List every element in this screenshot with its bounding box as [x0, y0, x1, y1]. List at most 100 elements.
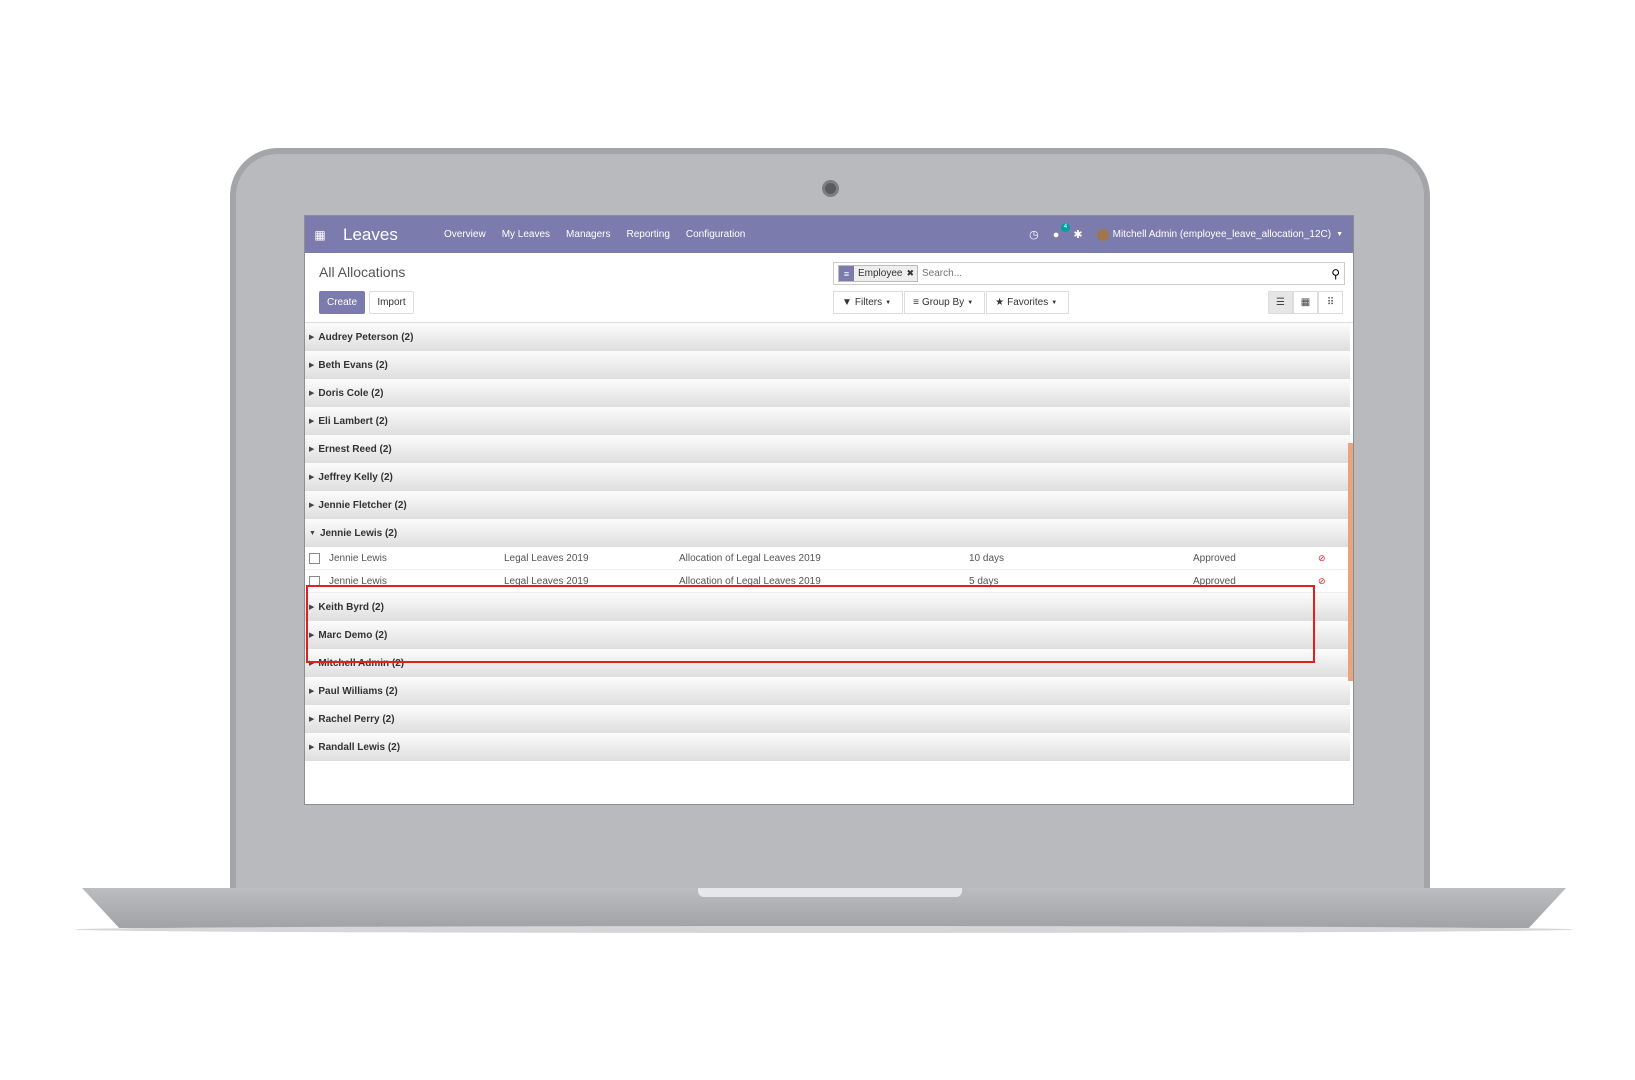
user-menu[interactable]: Mitchell Admin (employee_leave_allocatio… [1096, 228, 1343, 241]
group-label: Beth Evans (2) [318, 359, 388, 371]
group-row-expanded[interactable]: ▼ Jennie Lewis (2) [305, 519, 1350, 547]
screen: ▦ Leaves Overview My Leaves Managers Rep… [304, 215, 1354, 805]
filters-button[interactable]: ▼ Filters ▼ [833, 291, 904, 314]
laptop-notch [698, 888, 962, 897]
group-row[interactable]: ▶ Jennie Fletcher (2) [305, 491, 1350, 519]
group-row[interactable]: ▶ Keith Byrd (2) [305, 593, 1350, 621]
cell-employee: Jennie Lewis [329, 575, 387, 587]
group-row[interactable]: ▶ Jeffrey Kelly (2) [305, 463, 1350, 491]
user-name: Mitchell Admin (employee_leave_allocatio… [1112, 229, 1332, 240]
caret-right-icon: ▶ [309, 502, 315, 509]
caret-right-icon: ▶ [309, 660, 315, 667]
group-row[interactable]: ▶ Randall Lewis (2) [305, 733, 1350, 761]
list-icon: ≡ [913, 297, 919, 308]
cell-duration: 10 days [969, 552, 1005, 564]
kanban-view-icon[interactable]: ▦ [1293, 291, 1318, 314]
clock-icon[interactable]: ◷ [1029, 228, 1039, 241]
group-by-label: Group By [921, 297, 965, 308]
view-switcher: ☰ ▦ ⠿ [1268, 291, 1343, 314]
group-row[interactable]: ▶ Mitchell Admin (2) [305, 649, 1350, 677]
caret-down-icon: ▼ [1336, 231, 1343, 238]
caret-right-icon: ▶ [309, 604, 315, 611]
cell-status: Approved [1193, 552, 1236, 564]
table-row[interactable]: Jennie Lewis Legal Leaves 2019 Allocatio… [305, 547, 1350, 570]
caret-right-icon: ▶ [309, 362, 315, 369]
search-facet: ≡ Employee ✖ [838, 265, 919, 282]
systray: ◷ ● 4 ✱ Mitchell Admin (employee_leave_al… [1029, 216, 1343, 253]
caret-right-icon: ▶ [309, 474, 315, 481]
cell-employee: Jennie Lewis [329, 552, 387, 564]
caret-right-icon: ▶ [309, 446, 315, 453]
caret-down-icon: ▼ [1051, 299, 1058, 306]
app-name: Leaves [343, 224, 398, 244]
menu-configuration[interactable]: Configuration [686, 229, 745, 240]
avatar [1096, 228, 1109, 241]
group-row[interactable]: ▶ Rachel Perry (2) [305, 705, 1350, 733]
camera [822, 180, 839, 197]
caret-right-icon: ▶ [309, 716, 315, 723]
group-by-icon: ≡ [839, 266, 854, 281]
messages-icon[interactable]: ● 4 [1053, 222, 1071, 241]
group-label: Rachel Perry (2) [318, 713, 395, 725]
group-label: Mitchell Admin (2) [318, 657, 405, 669]
favorites-button[interactable]: ★ Favorites ▼ [986, 291, 1070, 314]
caret-down-icon: ▼ [967, 299, 974, 306]
menu-reporting[interactable]: Reporting [627, 229, 670, 240]
menu-overview[interactable]: Overview [444, 229, 486, 240]
group-row[interactable]: ▶ Beth Evans (2) [305, 351, 1350, 379]
search-icon[interactable]: ⚲ [1331, 267, 1340, 281]
laptop-shadow [74, 926, 1574, 933]
group-row[interactable]: ▶ Audrey Peterson (2) [305, 323, 1350, 351]
caret-right-icon: ▶ [309, 688, 315, 695]
group-label: Randall Lewis (2) [318, 741, 401, 753]
group-by-button[interactable]: ≡ Group By ▼ [904, 291, 986, 314]
filters-label: Filters [854, 297, 883, 308]
group-label: Eli Lambert (2) [318, 415, 388, 427]
apps-grid-icon[interactable]: ▦ [305, 216, 335, 253]
group-label: Doris Cole (2) [318, 387, 384, 399]
star-icon: ★ [995, 297, 1005, 308]
group-row[interactable]: ▶ Doris Cole (2) [305, 379, 1350, 407]
menu-my-leaves[interactable]: My Leaves [502, 229, 550, 240]
group-row[interactable]: ▶ Ernest Reed (2) [305, 435, 1350, 463]
caret-down-icon: ▼ [309, 529, 316, 537]
messages-badge: 4 [1060, 222, 1071, 232]
breadcrumb: All Allocations [319, 264, 406, 280]
group-label: Keith Byrd (2) [318, 601, 384, 613]
facet-remove-icon[interactable]: ✖ [906, 268, 917, 279]
filter-icon: ▼ [842, 297, 852, 308]
row-checkbox[interactable] [309, 575, 320, 587]
caret-down-icon: ▼ [885, 299, 892, 306]
main-menu: Overview My Leaves Managers Reporting Co… [444, 229, 761, 240]
group-label: Paul Williams (2) [318, 685, 398, 697]
create-button[interactable]: Create [319, 291, 365, 314]
caret-right-icon: ▶ [309, 334, 315, 341]
table-row[interactable]: Jennie Lewis Legal Leaves 2019 Allocatio… [305, 570, 1350, 593]
row-checkbox[interactable] [309, 552, 320, 564]
refuse-icon[interactable]: ⊘ [1318, 576, 1326, 587]
caret-right-icon: ▶ [309, 390, 315, 397]
group-label: Ernest Reed (2) [318, 443, 392, 455]
caret-right-icon: ▶ [309, 632, 315, 639]
favorites-label: Favorites [1007, 297, 1049, 308]
group-row[interactable]: ▶ Paul Williams (2) [305, 677, 1350, 705]
search-box: ≡ Employee ✖ ⚲ [833, 262, 1345, 285]
bug-icon[interactable]: ✱ [1073, 228, 1082, 241]
cell-description: Allocation of Legal Leaves 2019 [679, 552, 821, 564]
control-panel: All Allocations Create Import ≡ Employee… [305, 253, 1353, 323]
caret-right-icon: ▶ [309, 418, 315, 425]
group-label: Jeffrey Kelly (2) [318, 471, 393, 483]
refuse-icon[interactable]: ⊘ [1318, 553, 1326, 564]
group-row[interactable]: ▶ Marc Demo (2) [305, 621, 1350, 649]
group-label: Marc Demo (2) [318, 629, 388, 641]
grid-view-icon[interactable]: ⠿ [1318, 291, 1343, 314]
menu-managers[interactable]: Managers [566, 229, 610, 240]
search-input[interactable] [922, 268, 1332, 279]
group-row[interactable]: ▶ Eli Lambert (2) [305, 407, 1350, 435]
import-button[interactable]: Import [369, 291, 414, 314]
scrollbar[interactable] [1348, 443, 1353, 681]
cell-description: Allocation of Legal Leaves 2019 [679, 575, 821, 587]
list-view-icon[interactable]: ☰ [1268, 291, 1293, 314]
list-view: ▶ Audrey Peterson (2) ▶ Beth Evans (2) ▶ Do… [305, 323, 1353, 803]
cell-leave-type: Legal Leaves 2019 [504, 575, 589, 587]
